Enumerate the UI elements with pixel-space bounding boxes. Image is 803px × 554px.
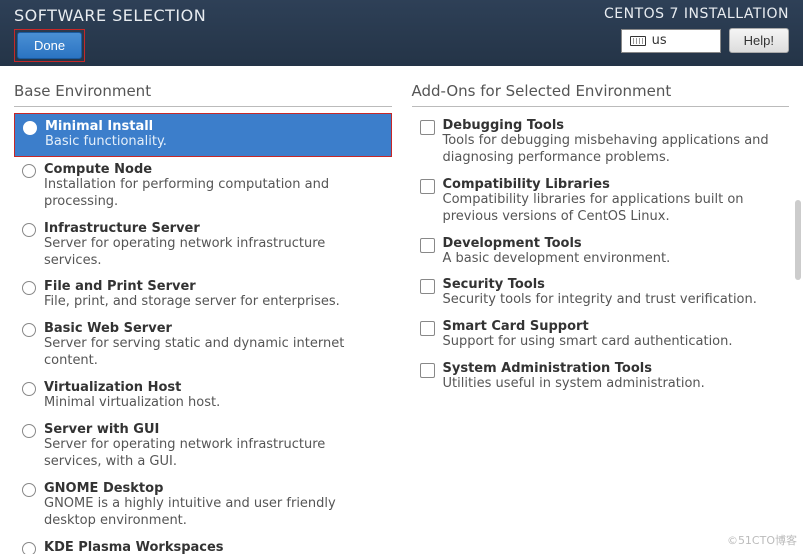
checkbox-icon (420, 363, 435, 378)
env-item-desc: GNOME is a highly intuitive and user fri… (44, 496, 384, 530)
env-item-name: Server with GUI (44, 422, 384, 437)
env-item-desc: Server for operating network infrastruct… (44, 236, 384, 270)
radio-icon (22, 483, 36, 497)
base-env-list: Minimal InstallBasic functionality.Compu… (14, 113, 392, 554)
addon-item-desc: Security tools for integrity and trust v… (443, 292, 782, 309)
base-env-item[interactable]: Server with GUIServer for operating netw… (14, 417, 392, 476)
radio-icon (22, 382, 36, 396)
done-button[interactable]: Done (17, 32, 82, 59)
env-item-desc: File, print, and storage server for ente… (44, 294, 384, 311)
env-item-desc: Basic functionality. (45, 134, 383, 151)
env-item-desc: Installation for performing computation … (44, 177, 384, 211)
env-item-name: Infrastructure Server (44, 221, 384, 236)
base-env-item[interactable]: Virtualization HostMinimal virtualizatio… (14, 375, 392, 417)
done-highlight-box: Done (14, 29, 85, 62)
base-env-title: Base Environment (14, 82, 392, 107)
addons-title: Add-Ons for Selected Environment (412, 82, 790, 107)
addon-item[interactable]: Compatibility LibrariesCompatibility lib… (412, 172, 790, 231)
header-bar: SOFTWARE SELECTION Done CENTOS 7 INSTALL… (0, 0, 803, 66)
base-env-item[interactable]: Infrastructure ServerServer for operatin… (14, 216, 392, 275)
addon-item-name: Security Tools (443, 277, 782, 292)
env-item-name: GNOME Desktop (44, 481, 384, 496)
radio-icon (22, 323, 36, 337)
addon-item-desc: A basic development environment. (443, 251, 782, 268)
env-item-desc: Server for operating network infrastruct… (44, 437, 384, 471)
radio-icon (23, 121, 37, 135)
base-environment-column: Base Environment Minimal InstallBasic fu… (14, 82, 402, 554)
addon-item[interactable]: System Administration ToolsUtilities use… (412, 356, 790, 398)
base-env-item[interactable]: Compute NodeInstallation for performing … (14, 157, 392, 216)
base-env-item[interactable]: Minimal InstallBasic functionality. (14, 113, 392, 157)
env-item-name: Minimal Install (45, 119, 383, 134)
env-item-desc: Minimal virtualization host. (44, 395, 384, 412)
addon-item-desc: Tools for debugging misbehaving applicat… (443, 133, 782, 167)
installer-title: CENTOS 7 INSTALLATION (604, 6, 789, 22)
addon-item[interactable]: Development ToolsA basic development env… (412, 231, 790, 273)
env-item-desc: Server for serving static and dynamic in… (44, 336, 384, 370)
env-item-name: KDE Plasma Workspaces (44, 540, 384, 554)
env-item-name: Compute Node (44, 162, 384, 177)
env-item-name: Basic Web Server (44, 321, 384, 336)
keyboard-layout-label: us (652, 33, 667, 48)
base-env-item[interactable]: KDE Plasma WorkspacesThe KDE Plasma Work… (14, 535, 392, 554)
base-env-item[interactable]: Basic Web ServerServer for serving stati… (14, 316, 392, 375)
addon-item-name: Smart Card Support (443, 319, 782, 334)
addon-item[interactable]: Smart Card SupportSupport for using smar… (412, 314, 790, 356)
radio-icon (22, 223, 36, 237)
watermark: ©51CTO博客 (727, 532, 797, 548)
addon-item-name: Debugging Tools (443, 118, 782, 133)
addons-list: Debugging ToolsTools for debugging misbe… (412, 113, 790, 398)
page-title: SOFTWARE SELECTION (14, 6, 206, 25)
checkbox-icon (420, 321, 435, 336)
addons-column: Add-Ons for Selected Environment Debuggi… (402, 82, 790, 554)
keyboard-icon (630, 36, 646, 46)
addon-item-desc: Compatibility libraries for applications… (443, 192, 782, 226)
addon-item[interactable]: Debugging ToolsTools for debugging misbe… (412, 113, 790, 172)
addon-item-desc: Support for using smart card authenticat… (443, 334, 782, 351)
checkbox-icon (420, 120, 435, 135)
addon-item-name: Compatibility Libraries (443, 177, 782, 192)
addon-item[interactable]: Security ToolsSecurity tools for integri… (412, 272, 790, 314)
env-item-name: Virtualization Host (44, 380, 384, 395)
addon-item-name: System Administration Tools (443, 361, 782, 376)
radio-icon (22, 424, 36, 438)
radio-icon (22, 281, 36, 295)
checkbox-icon (420, 179, 435, 194)
radio-icon (22, 164, 36, 178)
scrollbar-thumb[interactable] (795, 200, 801, 280)
content-area: Base Environment Minimal InstallBasic fu… (0, 66, 803, 554)
env-item-name: File and Print Server (44, 279, 384, 294)
addon-item-name: Development Tools (443, 236, 782, 251)
radio-icon (22, 542, 36, 554)
checkbox-icon (420, 238, 435, 253)
base-env-item[interactable]: GNOME DesktopGNOME is a highly intuitive… (14, 476, 392, 535)
addon-item-desc: Utilities useful in system administratio… (443, 376, 782, 393)
base-env-item[interactable]: File and Print ServerFile, print, and st… (14, 274, 392, 316)
help-button[interactable]: Help! (729, 28, 789, 53)
keyboard-layout-selector[interactable]: us (621, 29, 721, 53)
checkbox-icon (420, 279, 435, 294)
